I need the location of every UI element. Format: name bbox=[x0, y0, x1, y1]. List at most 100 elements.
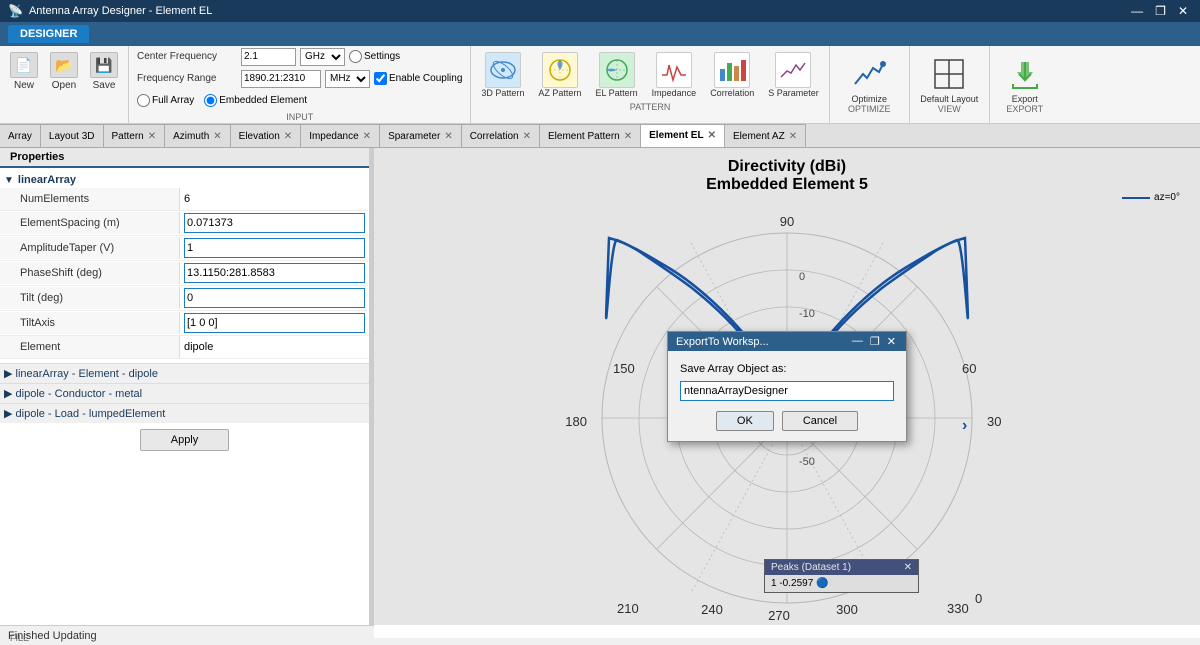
tree-root-label: linearArray bbox=[18, 174, 76, 186]
correlation-button[interactable]: Correlation bbox=[706, 50, 758, 100]
subheader-conductor-metal[interactable]: ▶ dipole - Conductor - metal bbox=[0, 383, 369, 403]
prop-value-tiltaxis[interactable] bbox=[180, 311, 369, 335]
designer-tab[interactable]: DESIGNER bbox=[8, 25, 89, 43]
subheader-load-lumped[interactable]: ▶ dipole - Load - lumpedElement bbox=[0, 403, 369, 423]
modal-ok-button[interactable]: OK bbox=[716, 411, 774, 431]
el-pattern-label: EL Pattern bbox=[595, 88, 637, 98]
modal-titlebar: ExportTo Worksp... — ❐ ✕ bbox=[668, 332, 906, 351]
prop-value-amplitude[interactable] bbox=[180, 236, 369, 260]
modal-cancel-button[interactable]: Cancel bbox=[782, 411, 858, 431]
enable-coupling-checkbox[interactable] bbox=[374, 72, 387, 85]
center-freq-label: Center Frequency bbox=[137, 51, 237, 62]
el-pattern-button[interactable]: EL Pattern bbox=[591, 50, 641, 100]
center-freq-input[interactable] bbox=[241, 48, 296, 66]
tab-element-pattern[interactable]: Element Pattern✕ bbox=[540, 124, 641, 148]
subheader-element-dipole[interactable]: ▶ linearArray - Element - dipole bbox=[0, 363, 369, 383]
tab-element-el[interactable]: Element EL✕ bbox=[641, 124, 725, 148]
tab-array[interactable]: Array bbox=[0, 124, 41, 148]
save-button[interactable]: 💾 Save bbox=[84, 50, 124, 93]
correlation-label: Correlation bbox=[710, 88, 754, 98]
prop-value-phaseshift[interactable] bbox=[180, 261, 369, 285]
subheader-arrow-3: ▶ bbox=[4, 408, 16, 420]
freq-range-row: Frequency Range MHz GHz Enable Coupling bbox=[137, 70, 462, 88]
close-tab-element-az[interactable]: ✕ bbox=[789, 131, 797, 142]
phaseshift-input[interactable] bbox=[184, 263, 365, 283]
close-tab-element-el[interactable]: ✕ bbox=[708, 130, 716, 141]
prop-value-spacing[interactable] bbox=[180, 211, 369, 235]
export-label: Export bbox=[1012, 94, 1038, 104]
export-section: Export EXPORT bbox=[990, 46, 1060, 123]
open-button[interactable]: 📂 Open bbox=[44, 50, 84, 93]
prop-label-tilt: Tilt (deg) bbox=[0, 287, 180, 309]
prop-label-numelements: NumElements bbox=[0, 188, 180, 210]
pattern-icons-row: 3D Pattern AZ Pattern EL Pattern Impedan… bbox=[477, 50, 822, 100]
prop-value-tilt[interactable] bbox=[180, 286, 369, 310]
tab-pattern[interactable]: Pattern✕ bbox=[104, 124, 166, 148]
pattern-section: 3D Pattern AZ Pattern EL Pattern Impedan… bbox=[471, 46, 829, 123]
embedded-element-radio[interactable] bbox=[204, 94, 217, 107]
tab-sparameter[interactable]: Sparameter✕ bbox=[380, 124, 462, 148]
modal-close-button[interactable]: ✕ bbox=[885, 335, 898, 348]
close-tab-correlation[interactable]: ✕ bbox=[523, 131, 531, 142]
freq-range-input[interactable] bbox=[241, 70, 321, 88]
modal-restore-button[interactable]: ❐ bbox=[868, 335, 882, 348]
tree-root-header[interactable]: ▼ linearArray bbox=[0, 172, 369, 188]
export-button[interactable] bbox=[1005, 55, 1045, 93]
correlation-icon bbox=[714, 52, 750, 88]
full-array-radio[interactable] bbox=[137, 94, 150, 107]
tab-elevation[interactable]: Elevation✕ bbox=[231, 124, 302, 148]
new-icon: 📄 bbox=[10, 52, 38, 78]
properties-tab[interactable]: Properties bbox=[0, 148, 369, 168]
input-section-label: INPUT bbox=[137, 112, 462, 122]
impedance-icon bbox=[656, 52, 692, 88]
tab-azimuth[interactable]: Azimuth✕ bbox=[165, 124, 231, 148]
tab-layout3d[interactable]: Layout 3D bbox=[41, 124, 104, 148]
freq-range-unit-select[interactable]: MHz GHz bbox=[325, 70, 370, 88]
tab-correlation[interactable]: Correlation✕ bbox=[462, 124, 540, 148]
close-tab-sparameter[interactable]: ✕ bbox=[444, 131, 452, 142]
optimize-button[interactable] bbox=[849, 55, 889, 93]
restore-button[interactable]: ❐ bbox=[1151, 4, 1170, 18]
modal-titlebar-controls: — ❐ ✕ bbox=[850, 335, 898, 348]
spacing-input[interactable] bbox=[184, 213, 365, 233]
prop-value-element: dipole bbox=[180, 339, 369, 355]
default-layout-button[interactable] bbox=[929, 55, 969, 93]
modal-minimize-button[interactable]: — bbox=[850, 335, 865, 348]
file-section-label: FILE bbox=[10, 633, 29, 643]
close-tab-azimuth[interactable]: ✕ bbox=[213, 131, 221, 142]
amplitude-input[interactable] bbox=[184, 238, 365, 258]
titlebar-title: 📡 Antenna Array Designer - Element EL bbox=[8, 4, 212, 18]
modal-input[interactable] bbox=[680, 381, 894, 401]
close-tab-element-pattern[interactable]: ✕ bbox=[624, 131, 632, 142]
tab-element-az[interactable]: Element AZ✕ bbox=[725, 124, 806, 148]
tab-impedance[interactable]: Impedance✕ bbox=[301, 124, 380, 148]
open-icon: 📂 bbox=[50, 52, 78, 78]
az-pattern-button[interactable]: AZ Pattern bbox=[534, 50, 585, 100]
titlebar: 📡 Antenna Array Designer - Element EL — … bbox=[0, 0, 1200, 22]
close-button[interactable]: ✕ bbox=[1174, 4, 1192, 18]
tilt-input[interactable] bbox=[184, 288, 365, 308]
el-pattern-icon bbox=[599, 52, 635, 88]
export-modal: ExportTo Worksp... — ❐ ✕ Save Array Obje… bbox=[667, 331, 907, 442]
impedance-button[interactable]: Impedance bbox=[648, 50, 701, 100]
new-button[interactable]: 📄 New bbox=[4, 50, 44, 93]
input-section: Center Frequency GHz MHz Settings Freque… bbox=[129, 46, 471, 123]
close-tab-pattern[interactable]: ✕ bbox=[148, 131, 156, 142]
prop-row-amplitude: AmplitudeTaper (V) bbox=[0, 236, 369, 261]
center-freq-unit-select[interactable]: GHz MHz bbox=[300, 48, 345, 66]
minimize-button[interactable]: — bbox=[1127, 4, 1147, 18]
settings-radio[interactable] bbox=[349, 50, 362, 63]
close-tab-impedance[interactable]: ✕ bbox=[363, 131, 371, 142]
content-area: Properties ▼ linearArray NumElements 6 E… bbox=[0, 148, 1200, 625]
3d-pattern-button[interactable]: 3D Pattern bbox=[477, 50, 528, 100]
embedded-element-label: Embedded Element bbox=[219, 95, 307, 106]
prop-label-tiltaxis: TiltAxis bbox=[0, 312, 180, 334]
main-area: Directivity (dBi) Embedded Element 5 az=… bbox=[374, 148, 1200, 625]
export-section-label: EXPORT bbox=[1006, 104, 1043, 114]
view-section-label: VIEW bbox=[938, 104, 961, 114]
apply-button[interactable]: Apply bbox=[140, 429, 230, 451]
close-tab-elevation[interactable]: ✕ bbox=[284, 131, 292, 142]
center-freq-row: Center Frequency GHz MHz Settings bbox=[137, 48, 462, 66]
sparameter-button[interactable]: S Parameter bbox=[764, 50, 823, 100]
tiltaxis-input[interactable] bbox=[184, 313, 365, 333]
